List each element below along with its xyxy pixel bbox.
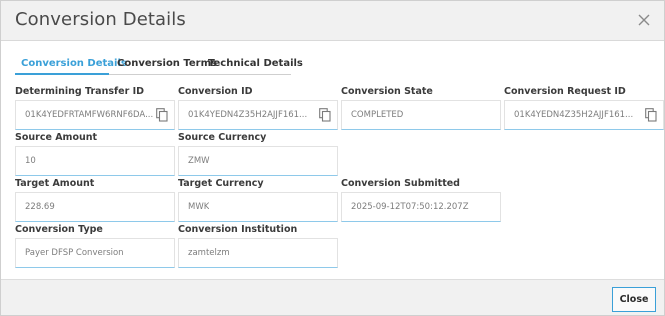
dialog-body: Conversion Details Conversion Terms Tech…	[1, 42, 664, 279]
tab-bar: Conversion Details Conversion Terms Tech…	[15, 55, 303, 75]
field-label: Target Currency	[178, 178, 264, 189]
field-value: 01K4YEDFRTAMFW6RNF6DA...	[25, 110, 154, 120]
field-value: 01K4YEDN4Z35H2AJJF161...	[514, 110, 634, 120]
copy-icon[interactable]	[156, 108, 168, 122]
field-label: Conversion Request ID	[504, 86, 626, 97]
field-value: 2025-09-12T07:50:12.207Z	[351, 202, 469, 212]
close-icon[interactable]	[636, 12, 652, 28]
field-label: Source Amount	[15, 132, 98, 143]
close-button[interactable]: Close	[612, 287, 656, 312]
field-value: zamtelzm	[188, 248, 230, 258]
field-value: 01K4YEDN4Z35H2AJJF161...	[188, 110, 308, 120]
field-label: Conversion Submitted	[341, 178, 460, 189]
field-target-currency: Target Currency MWK	[178, 178, 338, 222]
tab-conversion-terms[interactable]: Conversion Terms	[117, 58, 217, 69]
tab-technical-details[interactable]: Technical Details	[208, 58, 303, 69]
target-amount-input[interactable]: 228.69	[15, 192, 175, 222]
dialog-header: Conversion Details	[1, 1, 664, 41]
field-conversion-institution: Conversion Institution zamtelzm	[178, 224, 338, 268]
field-label: Source Currency	[178, 132, 267, 143]
field-label: Determining Transfer ID	[15, 86, 144, 97]
copy-icon[interactable]	[645, 108, 657, 122]
conversion-institution-input[interactable]: zamtelzm	[178, 238, 338, 268]
determining-transfer-id-input[interactable]: 01K4YEDFRTAMFW6RNF6DA...	[15, 100, 175, 130]
active-tab-indicator	[15, 73, 109, 75]
source-amount-input[interactable]: 10	[15, 146, 175, 176]
field-label: Conversion ID	[178, 86, 253, 97]
conversion-id-input[interactable]: 01K4YEDN4Z35H2AJJF161...	[178, 100, 338, 130]
copy-icon[interactable]	[319, 108, 331, 122]
conversion-state-input[interactable]: COMPLETED	[341, 100, 501, 130]
field-label: Conversion Institution	[178, 224, 298, 235]
conversion-type-input[interactable]: Payer DFSP Conversion	[15, 238, 175, 268]
conversion-details-dialog: Conversion Details Conversion Details Co…	[0, 0, 665, 316]
field-source-amount: Source Amount 10	[15, 132, 175, 176]
field-label: Conversion State	[341, 86, 433, 97]
field-value: ZMW	[188, 156, 210, 166]
conversion-submitted-input[interactable]: 2025-09-12T07:50:12.207Z	[341, 192, 501, 222]
field-source-currency: Source Currency ZMW	[178, 132, 338, 176]
field-conversion-state: Conversion State COMPLETED	[341, 86, 501, 130]
field-value: MWK	[188, 202, 210, 212]
field-conversion-submitted: Conversion Submitted 2025-09-12T07:50:12…	[341, 178, 501, 222]
field-conversion-id: Conversion ID 01K4YEDN4Z35H2AJJF161...	[178, 86, 338, 130]
field-value: COMPLETED	[351, 110, 404, 120]
field-label: Target Amount	[15, 178, 95, 189]
field-conversion-type: Conversion Type Payer DFSP Conversion	[15, 224, 175, 268]
field-label: Conversion Type	[15, 224, 103, 235]
dialog-title: Conversion Details	[15, 9, 186, 30]
field-value: 10	[25, 156, 36, 166]
tab-conversion-details[interactable]: Conversion Details	[21, 58, 127, 69]
field-determining-transfer-id: Determining Transfer ID 01K4YEDFRTAMFW6R…	[15, 86, 175, 130]
field-target-amount: Target Amount 228.69	[15, 178, 175, 222]
field-conversion-request-id: Conversion Request ID 01K4YEDN4Z35H2AJJF…	[504, 86, 664, 130]
source-currency-input[interactable]: ZMW	[178, 146, 338, 176]
field-value: Payer DFSP Conversion	[25, 248, 124, 258]
target-currency-input[interactable]: MWK	[178, 192, 338, 222]
field-value: 228.69	[25, 202, 55, 212]
dialog-footer: Close	[1, 279, 664, 315]
conversion-request-id-input[interactable]: 01K4YEDN4Z35H2AJJF161...	[504, 100, 664, 130]
